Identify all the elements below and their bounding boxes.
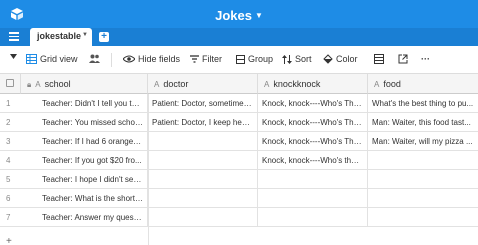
column-header-knockknock[interactable]: Aknockknock [258, 74, 368, 94]
cell-knockknock[interactable]: Knock, knock----Who's The... [258, 132, 368, 151]
text-field-icon: A [35, 80, 41, 89]
more-icon[interactable]: ··· [421, 54, 430, 64]
select-all-header [0, 74, 21, 94]
color-button[interactable]: Color [323, 54, 358, 64]
view-name: Grid view [40, 54, 78, 64]
add-table-icon[interactable]: + [99, 32, 109, 42]
table-row[interactable]: 1 Teacher: Didn't I tell you to ... Pati… [0, 94, 478, 113]
cell-food[interactable] [368, 170, 478, 189]
filter-icon [190, 55, 199, 63]
sort-icon [282, 54, 292, 64]
view-share-icon[interactable] [89, 54, 100, 63]
row-number: 7 [6, 213, 11, 222]
row-number: 5 [6, 175, 11, 184]
lock-icon: 🔒︎ [27, 80, 32, 89]
cell-knockknock[interactable] [258, 189, 368, 208]
color-icon [323, 54, 333, 64]
group-button[interactable]: Group [236, 54, 273, 64]
table-row[interactable]: 5 Teacher: I hope I didn't see... [0, 170, 478, 189]
table-row[interactable]: 6 Teacher: What is the shorte... [0, 189, 478, 208]
view-toolbar: Grid view Hide fields Filter Group Sort … [0, 46, 478, 74]
text-field-icon: A [264, 80, 270, 89]
filter-label: Filter [202, 54, 222, 64]
cell-food[interactable]: Man: Waiter, will my pizza ... [368, 132, 478, 151]
cell-doctor[interactable]: Patient: Doctor, sometimes... [148, 94, 258, 113]
grid-view-icon [26, 54, 37, 64]
hide-fields-button[interactable]: Hide fields [123, 54, 180, 64]
color-label: Color [336, 54, 358, 64]
hide-fields-icon [123, 55, 135, 63]
filter-button[interactable]: Filter [190, 54, 222, 64]
cell-food[interactable] [368, 208, 478, 227]
table-row[interactable]: 7 Teacher: Answer my questi... [0, 208, 478, 227]
row-height-icon[interactable] [374, 54, 384, 64]
hide-fields-label: Hide fields [138, 54, 181, 64]
table-row[interactable]: 4 Teacher: If you got $20 fro... Knock, … [0, 151, 478, 170]
share-icon[interactable] [398, 54, 408, 64]
row-number: 2 [6, 118, 11, 127]
table-tabbar: jokestable ▼ + [0, 28, 478, 46]
base-title-text: Jokes [215, 8, 252, 23]
cell-school[interactable]: Teacher: What is the shorte... [38, 189, 148, 208]
cell-school[interactable]: Teacher: Answer my questi... [38, 208, 148, 227]
table-row[interactable]: 2 Teacher: You missed schoo... Patient: … [0, 113, 478, 132]
cell-school[interactable]: Teacher: I hope I didn't see... [38, 170, 148, 189]
view-switcher[interactable]: Grid view [26, 54, 78, 64]
row-number: 1 [6, 99, 11, 108]
select-all-checkbox[interactable] [6, 79, 14, 87]
base-title[interactable]: Jokes ▼ [0, 8, 478, 23]
app-header: Jokes ▼ [0, 0, 478, 28]
sort-button[interactable]: Sort [282, 54, 312, 64]
text-field-icon: A [154, 80, 160, 89]
hamburger-menu-icon[interactable] [9, 32, 19, 42]
tab-label: jokestable [37, 31, 82, 41]
collapse-caret-icon[interactable] [10, 54, 17, 59]
cell-knockknock[interactable] [258, 170, 368, 189]
column-name: school [44, 79, 71, 89]
column-divider [148, 94, 149, 245]
cell-knockknock[interactable]: Knock, knock----Who's The... [258, 94, 368, 113]
cell-food[interactable]: Man: Waiter, this food tast... [368, 113, 478, 132]
cell-doctor[interactable] [148, 208, 258, 227]
sort-label: Sort [295, 54, 312, 64]
chevron-down-icon: ▼ [254, 11, 263, 20]
cell-knockknock[interactable]: Knock, knock----Who's The... [258, 113, 368, 132]
table-row[interactable]: 3 Teacher: If I had 6 oranges ... Knock,… [0, 132, 478, 151]
column-name: food [383, 79, 401, 89]
cell-doctor[interactable] [148, 132, 258, 151]
row-number: 4 [6, 156, 11, 165]
cell-school[interactable]: Teacher: If I had 6 oranges ... [38, 132, 148, 151]
group-label: Group [248, 54, 274, 64]
cell-food[interactable] [368, 151, 478, 170]
column-header-doctor[interactable]: Adoctor [148, 74, 258, 94]
cell-doctor[interactable]: Patient: Doctor, I keep hear... [148, 113, 258, 132]
tab-jokestable[interactable]: jokestable ▼ [30, 28, 92, 46]
column-name: knockknock [273, 79, 321, 89]
cell-school[interactable]: Teacher: Didn't I tell you to ... [38, 94, 148, 113]
cell-school[interactable]: Teacher: If you got $20 fro... [38, 151, 148, 170]
cell-knockknock[interactable]: Knock, knock----Who's ther... [258, 151, 368, 170]
text-field-icon: A [374, 80, 380, 89]
cell-knockknock[interactable] [258, 208, 368, 227]
records-grid: 🔒︎ Aschool Adoctor Aknockknock Afood 1 Te… [0, 74, 478, 245]
chevron-down-icon[interactable]: ▼ [82, 32, 88, 38]
cell-school[interactable]: Teacher: You missed schoo... [38, 113, 148, 132]
add-row-button[interactable]: + [6, 236, 12, 245]
column-header-school[interactable]: 🔒︎ Aschool [21, 74, 148, 94]
toolbar-divider [111, 53, 112, 67]
cell-food[interactable] [368, 189, 478, 208]
cell-food[interactable]: What's the best thing to pu... [368, 94, 478, 113]
row-number: 3 [6, 137, 11, 146]
column-header-food[interactable]: Afood [368, 74, 478, 94]
row-number: 6 [6, 194, 11, 203]
cell-doctor[interactable] [148, 189, 258, 208]
cell-doctor[interactable] [148, 151, 258, 170]
column-name: doctor [163, 79, 189, 89]
group-icon [236, 54, 245, 64]
cell-doctor[interactable] [148, 170, 258, 189]
